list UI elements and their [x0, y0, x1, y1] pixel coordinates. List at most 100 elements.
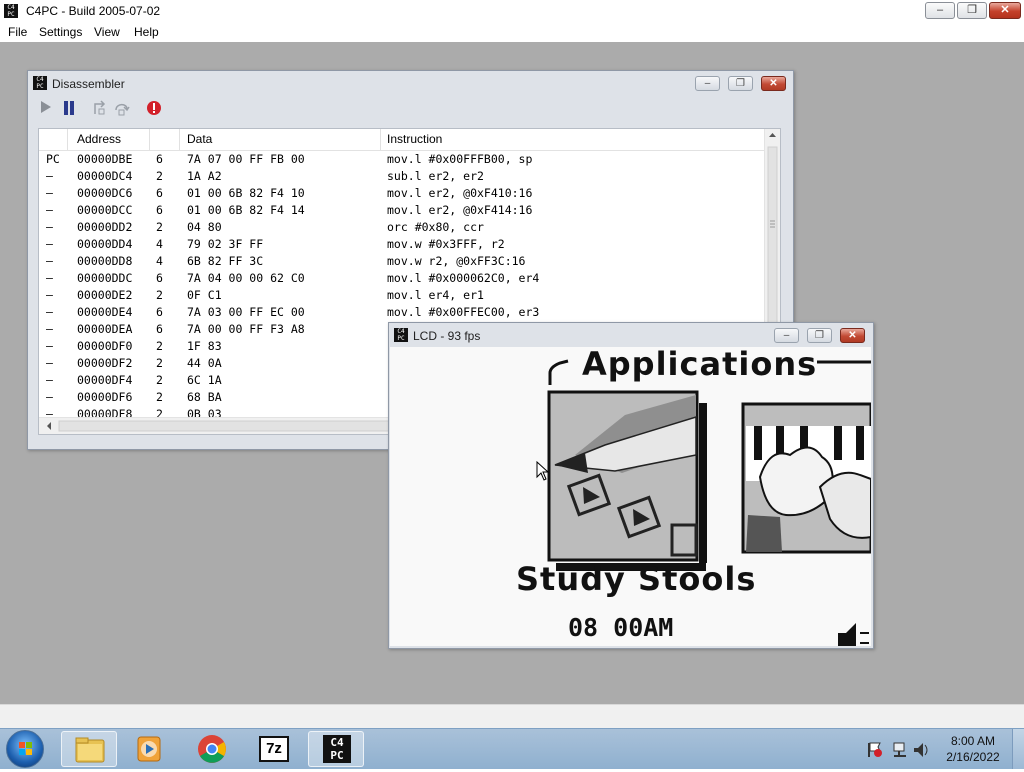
- row-length: 2: [156, 288, 163, 302]
- lcd-time: 08 00AM: [568, 613, 674, 642]
- lcd-minimize-button[interactable]: –: [774, 328, 799, 343]
- row-data: 0F C1: [187, 288, 222, 302]
- c4pc-app-icon: C4 PC: [4, 4, 18, 18]
- c4pc-taskbar-button[interactable]: C4 PC: [308, 731, 364, 767]
- close-button[interactable]: ✕: [989, 2, 1021, 19]
- row-address: 00000DC4: [77, 169, 133, 183]
- row-length: 6: [156, 271, 163, 285]
- row-length: 2: [156, 220, 163, 234]
- media-player-button[interactable]: [122, 731, 178, 767]
- action-center-flag-icon[interactable]: [868, 742, 882, 757]
- row-data: 7A 07 00 FF FB 00: [187, 152, 305, 166]
- row-length: 6: [156, 152, 163, 166]
- row-marker: –: [46, 220, 53, 234]
- row-instruction: mov.w r2, @0xFF3C:16: [387, 254, 526, 268]
- row-length: 4: [156, 254, 163, 268]
- row-marker: PC: [46, 152, 60, 166]
- mouse-cursor-icon: [536, 460, 550, 484]
- row-data: 01 00 6B 82 F4 10: [187, 186, 305, 200]
- play-icon[interactable]: [40, 100, 52, 118]
- table-row[interactable]: – 00000DD8 4 6B 82 FF 3C mov.w r2, @0xFF3C:1…: [39, 253, 767, 270]
- table-row[interactable]: – 00000DD2 2 04 80 orc #0x80, ccr: [39, 219, 767, 236]
- row-length: 6: [156, 186, 163, 200]
- row-address: 00000DD4: [77, 237, 133, 251]
- menu-settings[interactable]: Settings: [39, 25, 82, 39]
- table-row[interactable]: – 00000DE2 2 0F C1 mov.l er4, er1: [39, 287, 767, 304]
- clock-time: 8:00 AM: [950, 734, 996, 748]
- row-marker: –: [46, 288, 53, 302]
- row-length: 2: [156, 373, 163, 387]
- lcd-maximize-button[interactable]: ❐: [807, 328, 832, 343]
- row-marker: –: [46, 339, 53, 353]
- column-separator: [179, 129, 180, 150]
- disassembler-close-button[interactable]: ✕: [761, 76, 786, 91]
- volume-icon[interactable]: [914, 743, 928, 757]
- row-marker: –: [46, 356, 53, 370]
- row-address: 00000DC6: [77, 186, 133, 200]
- step-into-icon[interactable]: [92, 100, 108, 118]
- disassembler-minimize-button[interactable]: –: [695, 76, 720, 91]
- start-orb-icon[interactable]: [6, 730, 44, 768]
- table-row[interactable]: – 00000DE4 6 7A 03 00 FF EC 00 mov.l #0x00FF…: [39, 304, 767, 321]
- row-instruction: orc #0x80, ccr: [387, 220, 484, 234]
- chrome-button[interactable]: [184, 731, 240, 767]
- row-address: 00000DD2: [77, 220, 133, 234]
- lcd-screen[interactable]: Applications Study Stools 08 00AM: [390, 347, 871, 646]
- menu-help[interactable]: Help: [134, 25, 159, 39]
- lcd-window: C4 PC LCD - 93 fps – ❐ ✕ Applications St…: [388, 322, 874, 649]
- restore-button[interactable]: ❐: [957, 2, 987, 19]
- row-address: 00000DDC: [77, 271, 133, 285]
- table-row[interactable]: – 00000DC6 6 01 00 6B 82 F4 10 mov.l er2, @0…: [39, 185, 767, 202]
- disassembler-title-bar[interactable]: C4 PC Disassembler – ❐ ✕: [28, 71, 793, 95]
- study-tools-pencil-icon[interactable]: [547, 390, 707, 571]
- row-data: 44 0A: [187, 356, 222, 370]
- file-explorer-button[interactable]: [61, 731, 117, 767]
- row-instruction: mov.l #0x00FFFB00, sp: [387, 152, 533, 166]
- lcd-app-name: Study Stools: [516, 560, 757, 598]
- row-data: 7A 00 00 FF F3 A8: [187, 322, 305, 336]
- row-instruction: mov.w #0x3FFF, r2: [387, 237, 505, 251]
- menu-file[interactable]: File: [8, 25, 27, 39]
- menu-view[interactable]: View: [94, 25, 120, 39]
- row-address: 00000DF2: [77, 356, 133, 370]
- row-data: 7A 03 00 FF EC 00: [187, 305, 305, 319]
- column-header-instruction[interactable]: Instruction: [387, 132, 442, 146]
- step-over-icon[interactable]: [114, 100, 130, 118]
- row-length: 2: [156, 169, 163, 183]
- row-data: 68 BA: [187, 390, 222, 404]
- row-data: 79 02 3F FF: [187, 237, 264, 251]
- column-header-data[interactable]: Data: [187, 132, 212, 146]
- row-marker: –: [46, 186, 53, 200]
- speaker-icon[interactable]: [838, 623, 869, 646]
- clock-date: 2/16/2022: [946, 750, 1000, 764]
- show-desktop-button[interactable]: [1012, 729, 1024, 769]
- lcd-title-bar[interactable]: C4 PC LCD - 93 fps – ❐ ✕: [389, 323, 873, 347]
- row-data: 1F 83: [187, 339, 222, 353]
- disassembler-maximize-button[interactable]: ❐: [728, 76, 753, 91]
- table-row[interactable]: – 00000DC4 2 1A A2 sub.l er2, er2: [39, 168, 767, 185]
- table-row[interactable]: – 00000DD4 4 79 02 3F FF mov.w #0x3FFF, r2: [39, 236, 767, 253]
- status-bar: [0, 704, 1024, 729]
- media-player-icon: [137, 736, 161, 762]
- row-address: 00000DF4: [77, 373, 133, 387]
- lcd-close-button[interactable]: ✕: [840, 328, 865, 343]
- row-address: 00000DBE: [77, 152, 133, 166]
- row-address: 00000DF6: [77, 390, 133, 404]
- network-icon[interactable]: [893, 742, 906, 757]
- table-row[interactable]: PC 00000DBE 6 7A 07 00 FF FB 00 mov.l #0x00F…: [39, 151, 767, 168]
- taskbar-clock[interactable]: 8:00 AM 2/16/2022: [938, 733, 1008, 765]
- 7-zip-button[interactable]: 7z: [246, 731, 302, 767]
- stop-icon[interactable]: [146, 100, 162, 118]
- row-marker: –: [46, 322, 53, 336]
- piano-hands-app-icon[interactable]: [741, 402, 871, 554]
- pause-icon[interactable]: [62, 100, 76, 118]
- row-marker: –: [46, 203, 53, 217]
- table-row[interactable]: – 00000DCC 6 01 00 6B 82 F4 14 mov.l er2, @0…: [39, 202, 767, 219]
- row-data: 04 80: [187, 220, 222, 234]
- table-row[interactable]: – 00000DDC 6 7A 04 00 00 62 C0 mov.l #0x0000…: [39, 270, 767, 287]
- window-title: C4PC - Build 2005-07-02: [26, 4, 161, 18]
- row-marker: –: [46, 373, 53, 387]
- column-header-address[interactable]: Address: [77, 132, 121, 146]
- minimize-button[interactable]: –: [925, 2, 955, 19]
- row-address: 00000DD8: [77, 254, 133, 268]
